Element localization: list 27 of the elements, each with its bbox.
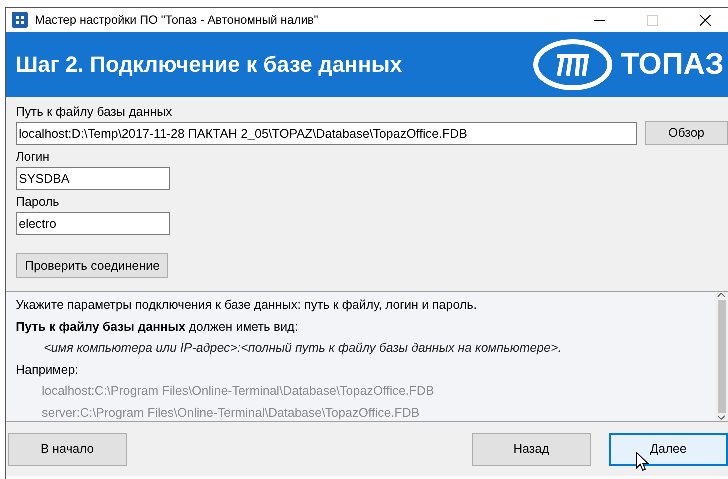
help-text: Укажите параметры подключения к базе данных: путь к файлу, логин и пароль. <box>16 298 478 312</box>
next-button[interactable]: Далее <box>609 432 728 466</box>
text-field[interactable]: SYSDBA <box>16 167 170 190</box>
logo-emblem-icon <box>533 38 614 90</box>
cursor-icon <box>636 452 649 472</box>
path-field[interactable]: localhost:D:\Temp\2017-11-28 ПАКТАН 2_05\TOPAZ\Database\TopazOffice.FDB <box>16 122 638 145</box>
text-field[interactable]: electro <box>16 212 170 235</box>
scroll-down-icon[interactable] <box>717 415 726 421</box>
logo-text: ТОПАЗ <box>621 48 724 82</box>
browse-button[interactable]: Обзор <box>645 121 728 145</box>
field-label: Путь к файлу базы данных <box>16 105 174 119</box>
back-button[interactable]: Назад <box>472 432 591 466</box>
format-text: <имя компьютера или IP-адрес>:<полный путь к файлу базы данных на компьютере>. <box>44 341 562 355</box>
close-icon[interactable] <box>700 14 710 26</box>
help-text: Путь к файлу базы данных должен иметь вид: <box>16 320 298 334</box>
example-path: server:C:\Program Files\Online-Terminal\Database\TopazOffice.FDB <box>42 406 420 420</box>
field-label: Пароль <box>16 195 60 209</box>
check-connection-button[interactable]: Проверить соединение <box>16 253 168 278</box>
field-label: Логин <box>16 150 51 164</box>
example-path: localhost:C:\Program Files\Online-Terminal\Database\TopazOffice.FDB <box>42 384 434 398</box>
start-button[interactable]: В начало <box>8 432 127 466</box>
step-title: Шаг 2. Подключение к базе данных <box>16 52 402 78</box>
scroll-up-icon[interactable] <box>717 292 726 298</box>
scrollbar[interactable] <box>715 292 728 421</box>
window-title: Мастер настройки ПО "Топаз - Автономный налив" <box>35 13 320 27</box>
help-text: Например: <box>16 362 79 376</box>
app-icon <box>12 12 28 28</box>
